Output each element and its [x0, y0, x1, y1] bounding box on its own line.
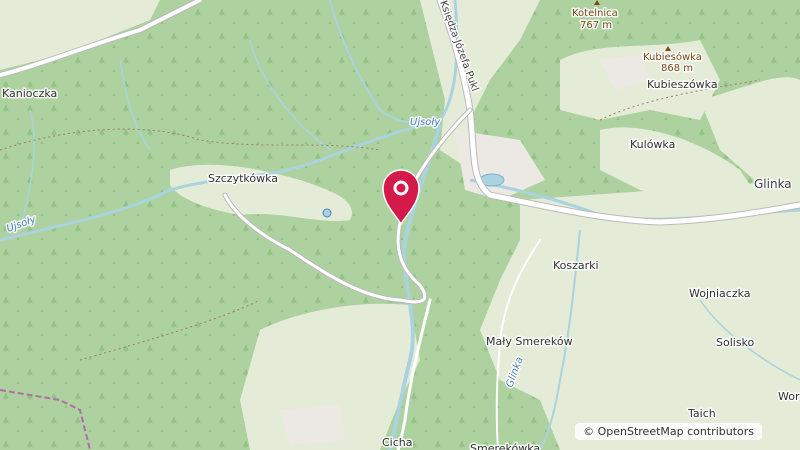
label-maly-smerekow: Mały Smereków	[486, 335, 573, 348]
label-solisko: Solisko	[716, 336, 755, 349]
label-kanioczka: Kanioczka	[2, 87, 57, 100]
label-szczytkowka: Szczytkówka	[208, 172, 278, 185]
label-ujsoly-river: Ujsoły	[410, 117, 441, 128]
label-taich: Taich	[687, 407, 716, 420]
map-canvas[interactable]: Kanioczka Szczytkówka Ujsoły Ujsoły Księ…	[0, 0, 800, 450]
label-smerekowka: Smereków­ka	[470, 442, 540, 450]
label-wor: Wor	[778, 390, 800, 403]
label-kulowka: Kulówka	[630, 138, 675, 151]
label-kubieszowka: Kubieszówka	[647, 78, 718, 91]
label-kubiesowka-elev: 868 m	[661, 63, 693, 74]
label-wojniaczka: Wojniaczka	[689, 287, 751, 300]
label-glinka: Glinka	[754, 177, 792, 191]
label-cicha: Cicha	[382, 436, 413, 449]
map-attribution[interactable]: © OpenStreetMap contributors	[575, 423, 762, 440]
label-kotelnica: Kotelnica	[572, 8, 618, 19]
label-kotelnica-elev: 767 m	[580, 20, 612, 31]
label-koszarki: Koszarki	[553, 259, 599, 272]
pond	[322, 208, 332, 218]
label-kubiesowka-peak: Kubiesówka	[643, 51, 702, 63]
